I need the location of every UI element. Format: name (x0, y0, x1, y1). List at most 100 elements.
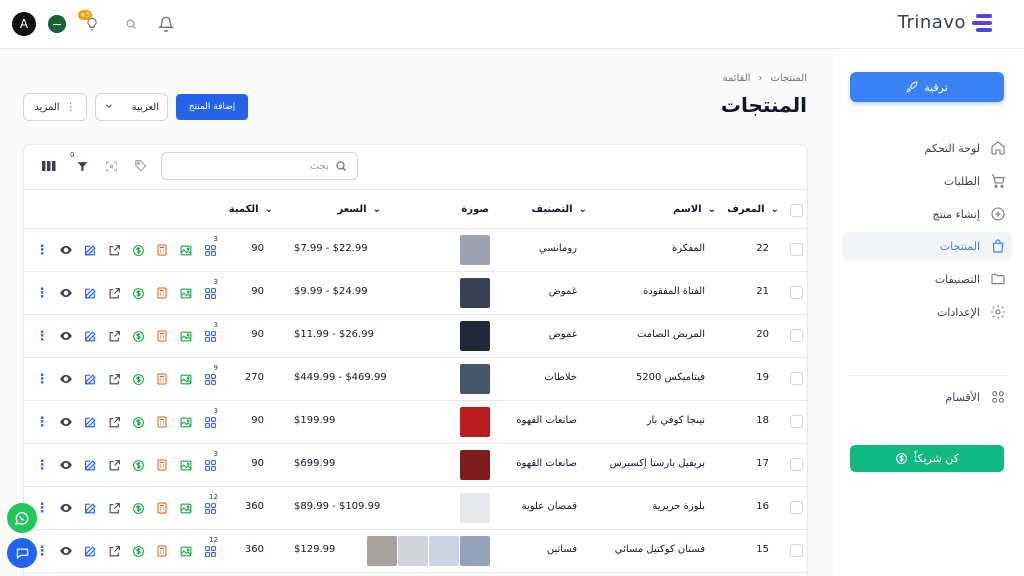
eye-icon[interactable] (54, 456, 78, 474)
dollar-icon[interactable] (126, 413, 150, 431)
table-row[interactable]: 20 المريض الصامت غموض $11.99 - $26.99 90 ⋮ 3 (24, 315, 807, 358)
bell-icon[interactable] (156, 14, 176, 34)
product-thumbnail[interactable] (460, 235, 490, 265)
table-row[interactable]: 19 فيتاميكس 5200 خلاطات $449.99 - $469.99 27… (24, 358, 807, 401)
sidebar-item-sections[interactable]: الأقسام (842, 383, 1012, 411)
kebab-icon[interactable]: ⋮ (30, 241, 54, 259)
sidebar-item-settings[interactable]: الإعدادات (842, 298, 1012, 326)
product-thumbnail[interactable] (460, 321, 490, 351)
column-header-quantity[interactable]: الكمية ⌄ (229, 204, 273, 215)
calculator-icon[interactable] (150, 499, 174, 517)
row-checkbox[interactable] (790, 458, 803, 471)
external-link-icon[interactable] (102, 499, 126, 517)
image-icon[interactable] (174, 413, 198, 431)
sidebar-item-dashboard[interactable]: لوحة التحكم (842, 134, 1012, 162)
table-row[interactable]: 16 بلوزة حريرية قمصان علوية $89.99 - $109.9… (24, 487, 807, 530)
external-link-icon[interactable] (102, 413, 126, 431)
variants-grid-icon[interactable]: 3 (198, 450, 222, 474)
image-icon[interactable] (174, 499, 198, 517)
eye-icon[interactable] (54, 542, 78, 560)
edit-icon[interactable] (78, 241, 102, 259)
variants-grid-icon[interactable]: 12 (198, 493, 222, 517)
image-icon[interactable] (174, 284, 198, 302)
sidebar-item-products[interactable]: المنتجات (842, 232, 1012, 260)
row-checkbox[interactable] (790, 415, 803, 428)
kebab-icon[interactable]: ⋮ (30, 327, 54, 345)
row-checkbox[interactable] (790, 243, 803, 256)
tag-icon[interactable] (134, 159, 148, 173)
external-link-icon[interactable] (102, 542, 126, 560)
product-thumbnail[interactable] (460, 450, 490, 480)
calculator-icon[interactable] (150, 542, 174, 560)
select-all-checkbox[interactable] (790, 204, 803, 217)
external-link-icon[interactable] (102, 241, 126, 259)
add-product-button[interactable]: إضافة المنتج (176, 94, 248, 120)
kebab-icon[interactable]: ⋮ (30, 413, 54, 431)
dollar-icon[interactable] (126, 284, 150, 302)
table-row[interactable]: 18 نينجا كوفي بار صانعات القهوة $199.99 90 ⋮ 3 (24, 401, 807, 444)
variants-grid-icon[interactable]: 3 (198, 321, 222, 345)
logo[interactable]: Trinavo (898, 12, 994, 33)
calculator-icon[interactable] (150, 413, 174, 431)
product-thumbnail[interactable] (460, 407, 490, 437)
product-thumbnail[interactable] (460, 278, 490, 308)
sidebar-item-create-product[interactable]: إنشاء منتج (842, 200, 1012, 228)
image-icon[interactable] (174, 456, 198, 474)
dollar-icon[interactable] (126, 499, 150, 517)
more-button[interactable]: المزيد ⋮ (23, 93, 87, 121)
flag-icon[interactable] (48, 15, 66, 33)
search-icon[interactable] (121, 14, 141, 34)
image-icon[interactable] (174, 327, 198, 345)
calculator-icon[interactable] (150, 456, 174, 474)
breadcrumb-item[interactable]: المنتجات (770, 73, 807, 84)
eye-icon[interactable] (54, 413, 78, 431)
variants-grid-icon[interactable]: 3 (198, 407, 222, 431)
become-partner-button[interactable]: كن شريكاً (850, 445, 1004, 472)
calculator-icon[interactable] (150, 327, 174, 345)
language-select[interactable]: العربية (95, 93, 168, 121)
kebab-icon[interactable]: ⋮ (30, 370, 54, 388)
eye-icon[interactable] (54, 370, 78, 388)
image-icon[interactable] (174, 542, 198, 560)
avatar[interactable]: A (12, 12, 36, 36)
eye-icon[interactable] (54, 241, 78, 259)
product-thumbnail[interactable] (460, 364, 490, 394)
dollar-icon[interactable] (126, 456, 150, 474)
calculator-icon[interactable] (150, 284, 174, 302)
columns-icon[interactable] (42, 160, 56, 172)
column-header-price[interactable]: السعر ⌄ (337, 204, 381, 215)
row-checkbox[interactable] (790, 329, 803, 342)
eye-icon[interactable] (54, 327, 78, 345)
variants-grid-icon[interactable]: 9 (198, 364, 222, 388)
row-checkbox[interactable] (790, 544, 803, 557)
external-link-icon[interactable] (102, 284, 126, 302)
edit-icon[interactable] (78, 413, 102, 431)
chat-button[interactable] (7, 538, 37, 568)
edit-icon[interactable] (78, 284, 102, 302)
dollar-icon[interactable] (126, 327, 150, 345)
upgrade-button[interactable]: ترقية (850, 72, 1004, 102)
column-header-name[interactable]: الاسم ⌄ (673, 204, 716, 215)
edit-icon[interactable] (78, 327, 102, 345)
table-row[interactable]: 21 الفتاة المفقودة غموض $9.99 - $24.99 90 ⋮ 3 (24, 272, 807, 315)
dollar-icon[interactable] (126, 542, 150, 560)
variants-grid-icon[interactable]: 3 (198, 235, 222, 259)
table-row[interactable]: 22 المفكرة رومانسي $7.99 - $22.99 90 ⋮ 3 (24, 229, 807, 272)
whatsapp-button[interactable] (7, 503, 37, 533)
row-checkbox[interactable] (790, 286, 803, 299)
dollar-icon[interactable] (126, 370, 150, 388)
sidebar-item-categories[interactable]: التصنيفات (842, 265, 1012, 293)
dollar-icon[interactable] (126, 241, 150, 259)
external-link-icon[interactable] (102, 456, 126, 474)
column-header-id[interactable]: المعرف ⌄ (727, 204, 779, 215)
eye-icon[interactable] (54, 499, 78, 517)
edit-icon[interactable] (78, 456, 102, 474)
search-input[interactable]: بحث (161, 152, 358, 180)
row-checkbox[interactable] (790, 372, 803, 385)
kebab-icon[interactable]: ⋮ (30, 456, 54, 474)
image-icon[interactable] (174, 370, 198, 388)
edit-icon[interactable] (78, 370, 102, 388)
product-thumbnail[interactable] (429, 536, 459, 566)
breadcrumb-item[interactable]: القائمة (723, 73, 751, 84)
eye-icon[interactable] (54, 284, 78, 302)
